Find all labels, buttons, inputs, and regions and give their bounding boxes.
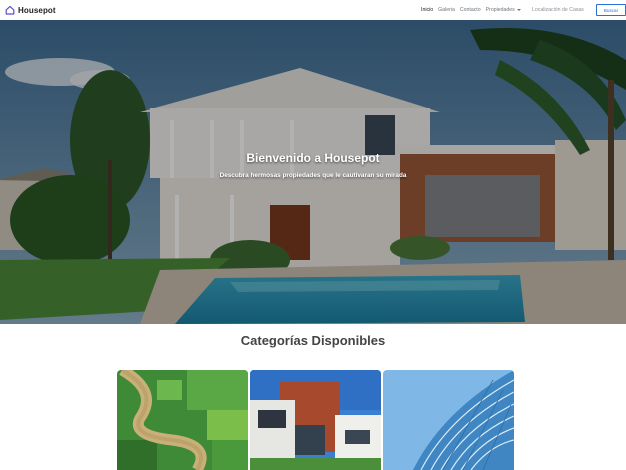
search-input[interactable] bbox=[528, 5, 590, 15]
nav-link-inicio[interactable]: Inicio bbox=[421, 7, 433, 13]
caret-down-icon bbox=[516, 9, 521, 11]
glass-building-image bbox=[383, 370, 514, 470]
aerial-farmland-image bbox=[117, 370, 248, 470]
hero-subtitle: Descubra hermosas propiedades que le cau… bbox=[219, 172, 407, 179]
nav-dropdown-propiedades[interactable]: Propiedades bbox=[486, 7, 521, 13]
page: Housepot Inicio Galeria Contacto Propied… bbox=[0, 0, 626, 470]
hero-title: Bienvenido a Housepot bbox=[246, 151, 380, 165]
search-button[interactable]: Buscar bbox=[596, 4, 626, 16]
house-icon bbox=[5, 5, 15, 15]
nav-link-propiedades: Propiedades bbox=[485, 7, 515, 13]
nav-link-contacto[interactable]: Contacto bbox=[460, 7, 481, 13]
navbar: Housepot Inicio Galeria Contacto Propied… bbox=[0, 0, 626, 20]
modern-house-image bbox=[250, 370, 381, 470]
category-card-office-building[interactable] bbox=[383, 370, 514, 470]
category-card-farmland[interactable] bbox=[117, 370, 248, 470]
categories-title: Categorías Disponibles bbox=[240, 333, 386, 348]
brand-logo[interactable]: Housepot bbox=[5, 5, 56, 15]
category-card-modern-house[interactable] bbox=[250, 370, 381, 470]
nav-link-galeria[interactable]: Galeria bbox=[438, 7, 455, 13]
hero-section: Bienvenido a Housepot Descubra hermosas … bbox=[0, 20, 626, 324]
brand-name: Housepot bbox=[18, 5, 56, 15]
nav-links: Inicio Galeria Contacto Propiedades bbox=[421, 0, 521, 20]
